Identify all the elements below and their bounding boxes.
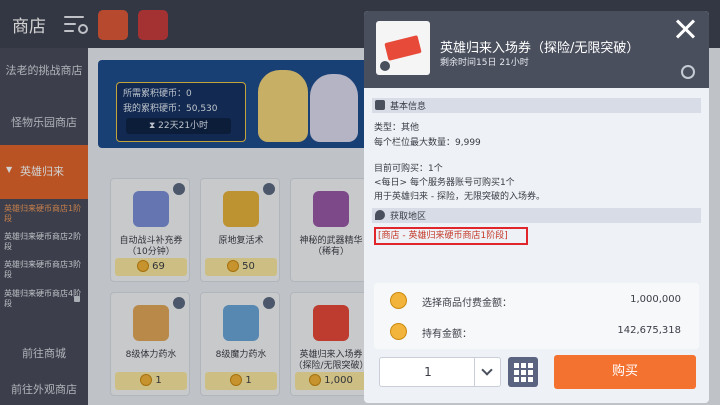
quantity-selector[interactable]: 1	[379, 357, 501, 387]
item-usage: 用于英雄归来 - 探险，无限突破的入场券。	[374, 192, 545, 202]
coin-icon	[390, 323, 407, 340]
untradeable-tag-icon	[380, 61, 390, 71]
daily-limit: <每日> 每个服务器账号可购买1个	[374, 178, 515, 188]
obtain-location: [商店 - 英雄归来硬币商店1阶段]	[374, 227, 528, 245]
ticket-icon	[384, 35, 422, 61]
item-thumbnail	[376, 21, 430, 75]
item-title: 英雄归来入场券（探险/无限突破）	[440, 41, 640, 56]
obtain-section-header: 获取地区	[372, 208, 701, 223]
item-detail-panel: 英雄归来入场券（探险/无限突破） 剩余时间15日 21小时 基本信息 类型：其他…	[364, 11, 709, 403]
max-stack: 每个栏位最大数量：9,999	[374, 138, 481, 148]
remaining-time: 剩余时间15日 21小时	[440, 58, 529, 68]
chevron-down-icon[interactable]	[474, 358, 500, 386]
coin-icon	[390, 292, 407, 309]
payment-summary: 选择商品付费金额： 1,000,000 持有金额： 142,675,318	[374, 283, 699, 349]
info-bag-icon	[375, 100, 385, 110]
buy-button[interactable]: 购买	[554, 355, 696, 389]
basic-info-section-header: 基本信息	[372, 98, 701, 113]
buyable-count: 目前可购买：1个	[374, 164, 443, 174]
held-amount-row: 持有金额： 142,675,318	[374, 317, 699, 347]
payment-amount-row: 选择商品付费金额： 1,000,000	[374, 286, 699, 316]
compare-scale-icon[interactable]	[681, 65, 695, 79]
close-button[interactable]	[671, 15, 699, 43]
quantity-value[interactable]: 1	[380, 365, 476, 379]
calculator-button[interactable]	[508, 357, 538, 387]
item-type: 类型：其他	[374, 123, 420, 133]
item-detail-header: 英雄归来入场券（探险/无限突破） 剩余时间15日 21小时	[364, 11, 709, 88]
location-pin-icon	[375, 210, 385, 220]
